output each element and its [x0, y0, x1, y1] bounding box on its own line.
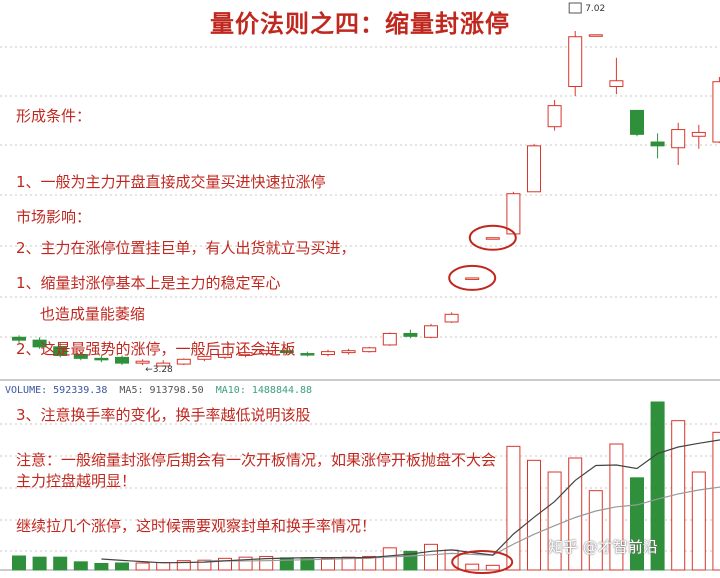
volume-bar [485, 564, 500, 571]
candle-body [403, 332, 418, 337]
formation-heading: 形成条件： [16, 107, 92, 125]
volume-bar [506, 445, 521, 571]
candle-body [671, 129, 686, 149]
candle-body [650, 141, 665, 147]
candle-body [609, 80, 624, 87]
volume-header: VOLUME: 592339.38 MA5: 913798.50 MA10: 1… [5, 385, 312, 396]
impact-heading: 市场影响： [16, 208, 92, 226]
volume-header-value: VOLUME: 592339.38 [5, 385, 108, 396]
volume-bar [32, 556, 47, 571]
impact-line: 2、这是最强势的涨停，一般后市还会连板 [16, 340, 296, 358]
volume-header-ma10: MA10: 1488844.88 [215, 385, 313, 396]
candle-body [382, 332, 397, 346]
volume-bar [94, 562, 109, 571]
candle-body [362, 347, 377, 353]
candle-body [712, 81, 720, 143]
caution-line: 继续拉几个涨停，这时候需要观察封单和换手率情况！ [16, 517, 377, 535]
candle-body [691, 131, 706, 137]
volume-bar [156, 562, 171, 571]
candle-body [547, 105, 562, 128]
volume-bar [300, 558, 315, 571]
candle-body [506, 193, 521, 235]
volume-bar [588, 490, 603, 571]
volume-bar [712, 431, 720, 571]
page-title: 量价法则之四：缩量封涨停 [210, 10, 510, 38]
volume-bar [53, 556, 68, 571]
volume-bar [527, 459, 541, 571]
volume-bar [465, 563, 480, 571]
caution-line: 注意：一般缩量封涨停后期会有一次开板情况，如果涨停开板抛盘不大会 [16, 451, 497, 469]
candle-body [321, 351, 335, 356]
volume-bar [321, 557, 335, 571]
candle-body [630, 109, 644, 135]
candle-body [527, 145, 541, 193]
caution-note: 注意：一般缩量封涨停后期会有一次开板情况，如果涨停开板抛盘不大会 继续拉几个涨停… [16, 405, 496, 559]
volume-bar [691, 471, 706, 571]
candle-body [568, 36, 583, 87]
volume-bar [73, 561, 88, 571]
candle-body [424, 325, 438, 338]
candle-body [444, 313, 459, 323]
candle-body [341, 350, 356, 354]
volume-bar [115, 562, 129, 571]
candle-body [465, 277, 480, 280]
watermark: 知乎 @才智前沿 [548, 538, 658, 556]
volume-bar [135, 562, 150, 571]
volume-header-ma5: MA5: 913798.50 [119, 385, 204, 396]
impact-line: 1、缩量封涨停基本上是主力的稳定军心 [16, 274, 281, 292]
candle-body [485, 237, 500, 240]
